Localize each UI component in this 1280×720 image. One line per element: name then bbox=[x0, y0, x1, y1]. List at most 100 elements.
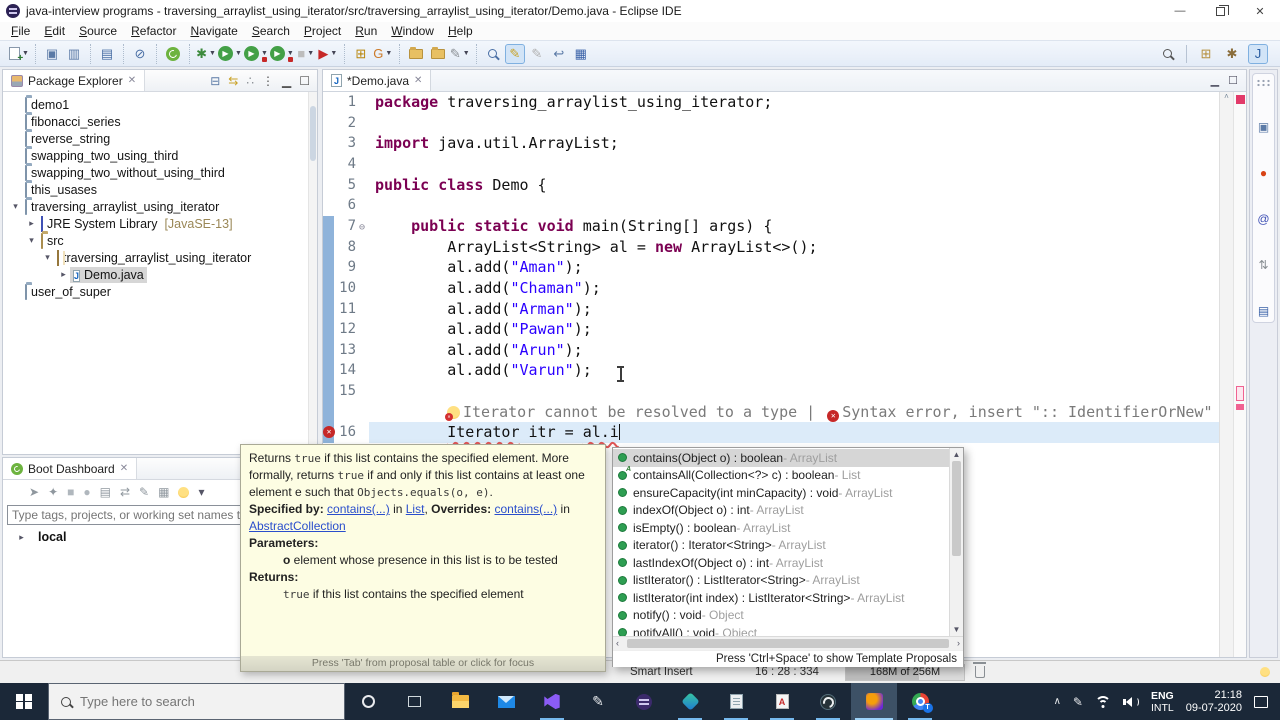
taskbar-app-file-explorer[interactable] bbox=[437, 683, 483, 720]
code-line[interactable]: 5 public class Demo { bbox=[323, 175, 1219, 196]
code-line[interactable]: 2 bbox=[323, 113, 1219, 134]
completion-item[interactable]: notify() : void - Object bbox=[613, 607, 949, 625]
stop-icon[interactable]: ■ ▼ bbox=[296, 44, 316, 64]
code-line[interactable]: ✕ 16 Iterator itr = al.i bbox=[323, 422, 1219, 444]
sync-view-icon[interactable]: ⇅ bbox=[1258, 259, 1268, 271]
relaunch-icon[interactable]: ▶ ▼ bbox=[318, 44, 338, 64]
coverage-icon[interactable]: ▶ ▼ bbox=[269, 44, 294, 64]
filters-icon[interactable]: ∴ bbox=[246, 74, 254, 88]
last-edit-location-icon[interactable]: ↩ bbox=[549, 44, 569, 64]
view-menu-icon[interactable]: ⋮ bbox=[262, 74, 274, 88]
debug-perspective-icon[interactable]: ✱ bbox=[1222, 44, 1242, 64]
open-console-icon[interactable]: ▤ bbox=[97, 44, 117, 64]
tree-item[interactable]: swapping_two_using_third bbox=[3, 147, 317, 164]
taskbar-app-installer[interactable]: A bbox=[759, 683, 805, 720]
restore-button[interactable] bbox=[1200, 0, 1240, 22]
close-icon[interactable]: ✕ bbox=[120, 463, 128, 474]
code-line[interactable]: 4 bbox=[323, 154, 1219, 175]
minimize-view-icon[interactable]: ▁ bbox=[1211, 74, 1219, 87]
taskbar-app-obs[interactable] bbox=[805, 683, 851, 720]
close-button[interactable]: ✕ bbox=[1240, 0, 1280, 22]
code-line[interactable]: 10 al.add("Chaman"); bbox=[323, 277, 1219, 299]
tree-item[interactable]: ▾ traversing_arraylist_using_iterator bbox=[3, 198, 317, 215]
garbage-collect-icon[interactable] bbox=[973, 662, 986, 678]
open-perspective-icon[interactable]: ⊞ bbox=[1196, 44, 1216, 64]
fold-collapse-icon[interactable]: ⊖ bbox=[356, 217, 368, 238]
volume-icon[interactable] bbox=[1122, 696, 1139, 707]
taskbar-app-mail[interactable] bbox=[483, 683, 529, 720]
menu-search[interactable]: Search bbox=[245, 24, 297, 38]
code-line[interactable]: 13 al.add("Arun"); bbox=[323, 339, 1219, 361]
javadoc-link[interactable]: AbstractCollection bbox=[249, 519, 346, 533]
menu-window[interactable]: Window bbox=[384, 24, 441, 38]
clock[interactable]: 21:18 09-07-2020 bbox=[1186, 689, 1242, 715]
run-history-icon[interactable]: ▶ ▼ bbox=[243, 44, 268, 64]
code-line[interactable]: 11 al.add("Arman"); bbox=[323, 298, 1219, 320]
expander-icon[interactable]: ▾ bbox=[9, 201, 22, 212]
quick-access-search-icon[interactable] bbox=[1157, 44, 1177, 64]
save-icon[interactable]: ▣ bbox=[42, 44, 62, 64]
new-icon[interactable]: ▼ bbox=[9, 44, 29, 64]
scroll-up-icon[interactable]: ▲ bbox=[950, 450, 963, 459]
completion-item[interactable]: listIterator() : ListIterator<String> - … bbox=[613, 572, 949, 590]
tree-item[interactable]: ▾ traversing_arraylist_using_iterator bbox=[3, 249, 317, 266]
error-line-marker[interactable] bbox=[1236, 404, 1244, 410]
console-view-icon[interactable]: ▣ bbox=[1258, 121, 1269, 133]
maximize-icon[interactable]: ☐ bbox=[299, 74, 310, 88]
tree-item[interactable]: swapping_two_without_using_third bbox=[3, 164, 317, 181]
taskbar-app-pen-app[interactable]: ✎ bbox=[575, 683, 621, 720]
editor-scrollbar[interactable]: ˄ bbox=[1219, 92, 1233, 657]
start-debug-icon[interactable]: ✦ bbox=[48, 485, 58, 499]
code-line[interactable]: 9 al.add("Aman"); bbox=[323, 257, 1219, 279]
menu-file[interactable]: File bbox=[4, 24, 37, 38]
overview-ruler[interactable] bbox=[1233, 92, 1246, 657]
tab-boot-dashboard[interactable]: Boot Dashboard ✕ bbox=[3, 458, 138, 479]
update-project-icon[interactable]: G ▼ bbox=[373, 44, 393, 64]
properties-icon[interactable]: ▦ bbox=[158, 485, 169, 499]
maximize-view-icon[interactable]: ☐ bbox=[1228, 74, 1238, 87]
taskbar-app-cortana[interactable] bbox=[345, 683, 391, 720]
taskbar-app-visual-studio[interactable] bbox=[529, 683, 575, 720]
menu-project[interactable]: Project bbox=[297, 24, 348, 38]
skip-breakpoints-icon[interactable]: ⊘ bbox=[130, 44, 150, 64]
completion-item[interactable]: listIterator(int index) : ListIterator<S… bbox=[613, 589, 949, 607]
run-icon[interactable]: ▶ ▼ bbox=[218, 44, 242, 64]
javadoc-link[interactable]: contains(...) bbox=[494, 502, 557, 516]
language-indicator[interactable]: ENG INTL bbox=[1151, 690, 1174, 714]
completion-item[interactable]: indexOf(Object o) : int - ArrayList bbox=[613, 502, 949, 520]
popup-vertical-scrollbar[interactable]: ▲ ▼ bbox=[949, 448, 963, 636]
scroll-left-icon[interactable]: ‹ bbox=[616, 638, 619, 648]
collapse-all-icon[interactable]: ⊟ bbox=[210, 74, 220, 88]
tree-item[interactable]: reverse_string bbox=[3, 130, 317, 147]
taskbar-app-chrome[interactable]: T bbox=[897, 683, 943, 720]
taskbar-app-bluestacks[interactable] bbox=[667, 683, 713, 720]
code-line[interactable]: 1 package traversing_arraylist_using_iter… bbox=[323, 92, 1219, 113]
menu-icon[interactable]: ▾ bbox=[198, 485, 204, 499]
completion-item[interactable]: contains(Object o) : boolean - ArrayList bbox=[613, 449, 949, 467]
menu-navigate[interactable]: Navigate bbox=[183, 24, 244, 38]
taskbar-app-notepad[interactable] bbox=[713, 683, 759, 720]
spring-boot-icon[interactable] bbox=[163, 44, 183, 64]
tab-demo-java[interactable]: J *Demo.java ✕ bbox=[323, 70, 432, 91]
stop-icon[interactable]: ■ bbox=[67, 485, 74, 499]
save-all-icon[interactable]: ▥ bbox=[64, 44, 84, 64]
taskbar-app-eclipse[interactable] bbox=[621, 683, 667, 720]
display-view-icon[interactable]: ▤ bbox=[1258, 305, 1269, 317]
java-perspective-icon[interactable]: J bbox=[1248, 43, 1268, 64]
link-with-editor-icon[interactable]: ⇆ bbox=[228, 74, 238, 88]
error-overview-marker[interactable] bbox=[1236, 95, 1245, 104]
close-icon[interactable]: ✕ bbox=[128, 75, 136, 86]
scrollbar-thumb[interactable] bbox=[627, 639, 949, 648]
taskbar-app-eclipse-ide[interactable] bbox=[851, 683, 897, 720]
menu-run[interactable]: Run bbox=[348, 24, 384, 38]
tray-overflow-icon[interactable]: ∧ bbox=[1054, 696, 1061, 707]
start-button[interactable] bbox=[0, 683, 48, 720]
completion-item[interactable]: containsAll(Collection<?> c) : boolean -… bbox=[613, 466, 949, 485]
notifications-icon[interactable] bbox=[1254, 695, 1268, 708]
minimize-button[interactable]: — bbox=[1160, 0, 1200, 22]
code-line[interactable]: 14 al.add("Varun"); bbox=[323, 360, 1219, 382]
code-line[interactable]: 7 ⊖ public static void main(String[] args… bbox=[323, 215, 1219, 238]
format-icon[interactable]: ✎ bbox=[504, 43, 525, 64]
taskbar-app-task-view[interactable] bbox=[391, 683, 437, 720]
lightbulb-icon[interactable] bbox=[178, 486, 190, 498]
